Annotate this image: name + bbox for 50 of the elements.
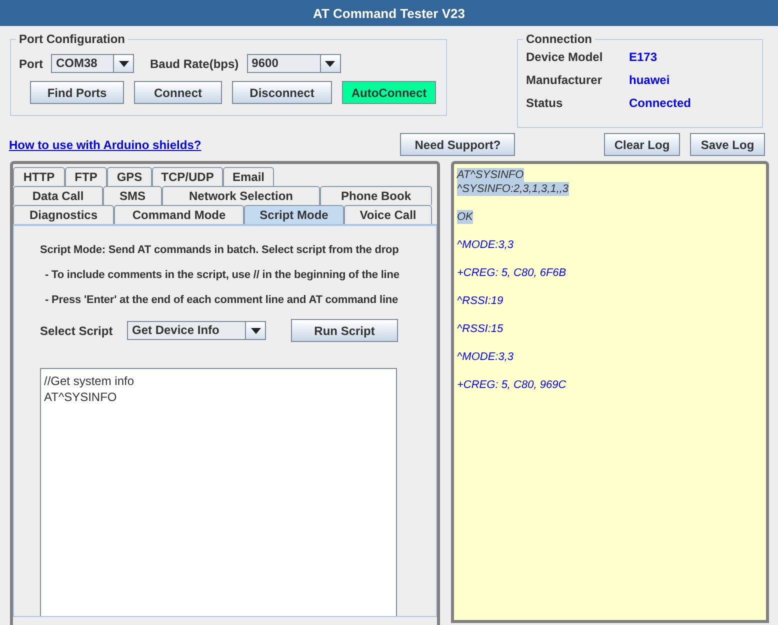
baud-rate-dropdown[interactable]: 9600 xyxy=(246,54,341,73)
tab[interactable]: Email xyxy=(223,167,274,186)
tab[interactable]: Data Call xyxy=(13,186,103,205)
connect-button[interactable]: Connect xyxy=(134,81,222,104)
log-line: +CREG: 5, C80, 6F6B xyxy=(457,266,566,280)
tab[interactable]: FTP xyxy=(65,167,107,186)
tab[interactable]: Network Selection xyxy=(162,186,320,205)
help-link[interactable]: How to use with Arduino shields? xyxy=(9,138,202,152)
port-label: Port xyxy=(19,56,43,70)
log-line: ^MODE:3,3 xyxy=(457,238,514,252)
tab[interactable]: Diagnostics xyxy=(13,205,114,224)
field-value: Connected xyxy=(629,96,692,110)
port-dropdown[interactable]: COM38 xyxy=(51,54,134,73)
panel-title: Port Configuration xyxy=(18,32,126,46)
tab[interactable]: TCP/UDP xyxy=(152,167,223,186)
instruction-text: - Press 'Enter' at the end of each comment line and AT command line xyxy=(45,294,400,306)
window-title: AT Command Tester V23 xyxy=(0,0,778,26)
log-line: ^MODE:3,3 xyxy=(457,350,514,364)
run-script-button[interactable]: Run Script xyxy=(291,319,398,342)
log-line: ^RSSI:19 xyxy=(457,294,504,308)
disconnect-button[interactable]: Disconnect xyxy=(232,81,332,104)
instruction-text: - To include comments in the script, use // in the beginning of the line xyxy=(45,269,400,281)
log-line: ^RSSI:15 xyxy=(457,322,504,336)
autoconnect-button[interactable]: AutoConnect xyxy=(342,81,436,104)
tab[interactable]: GPS xyxy=(107,167,152,186)
field-label: Status xyxy=(526,96,564,110)
need-support-button[interactable]: Need Support? xyxy=(400,133,516,156)
field-value: huawei xyxy=(629,73,671,87)
log-line: +CREG: 5, C80, 969C xyxy=(457,378,566,392)
tab[interactable]: Command Mode xyxy=(114,205,244,224)
panel-title: Connection xyxy=(525,32,593,46)
script-editor[interactable]: //Get system info AT^SYSINFO xyxy=(40,368,397,616)
tab[interactable]: HTTP xyxy=(13,167,65,186)
save-log-button[interactable]: Save Log xyxy=(690,133,765,156)
tab[interactable]: SMS xyxy=(103,186,162,205)
select-script-label: Select Script xyxy=(40,324,114,338)
baud-rate-label: Baud Rate(bps) xyxy=(150,56,239,70)
caret-icon xyxy=(325,60,336,66)
tab[interactable]: Phone Book xyxy=(320,186,432,205)
field-label: Device Model xyxy=(526,50,604,64)
caret-icon xyxy=(250,328,260,334)
tab[interactable]: Script Mode xyxy=(244,205,344,224)
field-value: E173 xyxy=(629,50,658,64)
clear-log-button[interactable]: Clear Log xyxy=(604,133,680,156)
caret-icon xyxy=(118,60,128,66)
find-ports-button[interactable]: Find Ports xyxy=(30,81,124,104)
tab[interactable]: Voice Call xyxy=(344,205,432,224)
field-label: Manufacturer xyxy=(526,73,604,87)
script-dropdown[interactable]: Get Device Info xyxy=(127,321,266,340)
instruction-text: Script Mode: Send AT commands in batch. Select script from the drop xyxy=(40,244,400,256)
